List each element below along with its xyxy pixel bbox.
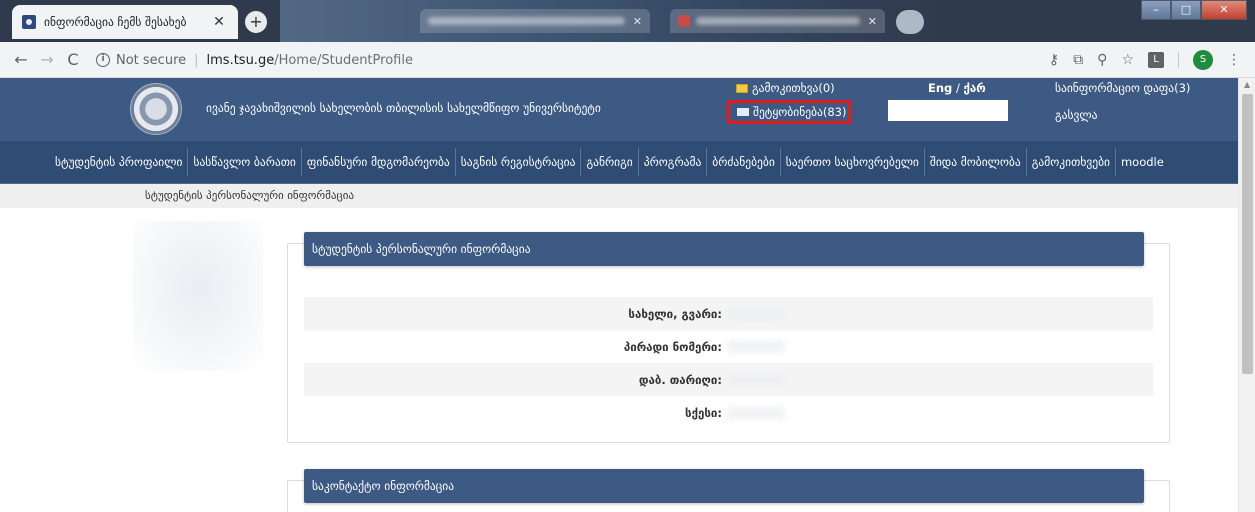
site-header: ივანე ჯავახიშვილის სახელობის თბილისის სა…: [0, 78, 1238, 141]
forward-arrow-icon[interactable]: →: [34, 50, 60, 69]
translate-icon[interactable]: ⧉: [1073, 52, 1083, 68]
zoom-icon[interactable]: ⚲: [1097, 52, 1107, 68]
maximize-button[interactable]: □: [1171, 0, 1201, 20]
gender-value-redacted: [726, 406, 786, 419]
name-label: სახელი, გვარი:: [628, 306, 722, 321]
nav-program[interactable]: პროგრამა: [639, 148, 708, 176]
nav-orders[interactable]: ბრძანებები: [707, 148, 781, 176]
page-viewport: ივანე ჯავახიშვილის სახელობის თბილისის სა…: [0, 78, 1238, 512]
nav-dormitory[interactable]: საერთო საცხოვრებელი: [781, 148, 925, 176]
surveys-link[interactable]: გამოკითხვა(0): [736, 81, 835, 95]
messages-label: შეტყობინება(83): [753, 105, 847, 119]
tab-title: ინფორმაცია ჩემს შესახებ: [44, 15, 187, 29]
tab-close-icon[interactable]: ✕: [868, 15, 877, 28]
nav-schedule[interactable]: განრიგი: [581, 148, 639, 176]
close-window-button[interactable]: ✕: [1201, 0, 1247, 20]
url-host: lms.tsu.ge: [206, 52, 275, 68]
nav-study-card[interactable]: სასწავლო ბარათი: [188, 148, 302, 176]
info-row-personal-id: პირადი ნომერი:: [304, 330, 1153, 363]
lang-divider: /: [955, 81, 960, 95]
toolbar-icons: ⚷ ⧉ ⚲ ☆ L S ⋮: [1049, 50, 1241, 70]
browser-toolbar: ← → C i Not secure | lms.tsu.ge /Home/St…: [0, 42, 1255, 78]
profile-avatar[interactable]: S: [1193, 50, 1213, 70]
info-board-link[interactable]: საინფორმაციო დაფა(3): [1055, 81, 1190, 95]
nav-moodle[interactable]: moodle: [1116, 148, 1169, 176]
surveys-label: გამოკითხვა(0): [752, 81, 835, 95]
security-status[interactable]: Not secure: [116, 53, 186, 68]
window-controls: – □ ✕: [1141, 0, 1247, 20]
personal-id-value-redacted: [726, 340, 786, 353]
nav-internal-mobility[interactable]: შიდა მობილობა: [925, 148, 1027, 176]
student-photo: [133, 221, 263, 371]
extension-icon[interactable]: L: [1148, 52, 1164, 68]
language-switch: Eng / ქარ: [928, 81, 986, 95]
logout-link[interactable]: გასვლა: [1055, 108, 1098, 122]
blurred-tab-title: [428, 17, 625, 25]
contact-info-title: საკონტაქტო ინფორმაცია: [304, 469, 1144, 503]
birth-date-value-redacted: [726, 373, 786, 386]
contact-info-panel: საკონტაქტო ინფორმაცია: [287, 469, 1170, 512]
background-tab[interactable]: ✕: [670, 9, 885, 33]
info-icon[interactable]: i: [96, 53, 110, 67]
site-favicon-icon: [22, 15, 36, 29]
info-row-name: სახელი, გვარი:: [304, 297, 1153, 330]
minimize-button[interactable]: –: [1141, 0, 1171, 20]
key-icon[interactable]: ⚷: [1049, 52, 1059, 68]
scrollbar-thumb[interactable]: [1242, 94, 1253, 374]
breadcrumb: სტუდენტის პერსონალური ინფორმაცია: [145, 189, 355, 202]
new-tab-button[interactable]: +: [245, 11, 267, 33]
scroll-up-icon[interactable]: ▲: [1244, 80, 1250, 89]
info-row-gender: სქესი:: [304, 396, 1153, 429]
browser-tabstrip: ინფორმაცია ჩემს შესახებ ✕ + ✕ ✕ – □ ✕: [0, 0, 1255, 42]
messages-link[interactable]: შეტყობინება(83): [727, 100, 851, 124]
mail-favicon-icon: [678, 15, 690, 27]
name-value-redacted: [726, 307, 786, 320]
url-path: /Home/StudentProfile: [274, 52, 413, 68]
birth-date-label: დაბ. თარიღი:: [638, 372, 722, 387]
nav-student-profile[interactable]: სტუდენტის პროფაილი: [50, 148, 189, 176]
envelope-icon: [737, 108, 749, 116]
university-name[interactable]: ივანე ჯავახიშვილის სახელობის თბილისის სა…: [206, 101, 601, 115]
star-icon[interactable]: ☆: [1121, 52, 1134, 68]
personal-id-label: პირადი ნომერი:: [623, 339, 722, 354]
tab-close-icon[interactable]: ✕: [633, 15, 642, 28]
gender-label: სქესი:: [685, 405, 722, 420]
survey-icon: [736, 84, 748, 93]
personal-info-title: სტუდენტის პერსონალური ინფორმაცია: [304, 232, 1144, 266]
active-tab[interactable]: ინფორმაცია ჩემს შესახებ ✕: [12, 5, 238, 39]
nav-financial-status[interactable]: ფინანსური მდგომარეობა: [302, 148, 456, 176]
lang-english-link[interactable]: Eng: [928, 81, 952, 95]
blurred-tab-title: [696, 17, 860, 25]
tab-close-icon[interactable]: ✕: [210, 14, 228, 30]
nav-course-registration[interactable]: საგნის რეგისტრაცია: [456, 148, 582, 176]
address-bar[interactable]: i Not secure | lms.tsu.ge /Home/StudentP…: [96, 47, 1016, 73]
info-row-birth-date: დაბ. თარიღი:: [304, 363, 1153, 396]
nav-surveys[interactable]: გამოკითხვები: [1027, 148, 1116, 176]
header-search-input[interactable]: [888, 100, 1008, 121]
main-navigation: სტუდენტის პროფაილი სასწავლო ბარათი ფინან…: [0, 141, 1238, 184]
address-separator: |: [194, 52, 199, 68]
blurred-tab-icon[interactable]: [896, 10, 924, 34]
university-logo[interactable]: [130, 83, 182, 135]
page-scrollbar[interactable]: ▲: [1238, 78, 1255, 512]
breadcrumb-bar: სტუდენტის პერსონალური ინფორმაცია: [0, 184, 1238, 208]
toolbar-divider: [1178, 52, 1179, 68]
lang-georgian-link[interactable]: ქარ: [963, 81, 985, 95]
background-tab[interactable]: ✕: [420, 9, 650, 33]
reload-icon[interactable]: C: [60, 50, 86, 69]
personal-info-panel: სტუდენტის პერსონალური ინფორმაცია სახელი,…: [287, 232, 1170, 443]
menu-dots-icon[interactable]: ⋮: [1227, 52, 1241, 68]
back-arrow-icon[interactable]: ←: [8, 50, 34, 69]
